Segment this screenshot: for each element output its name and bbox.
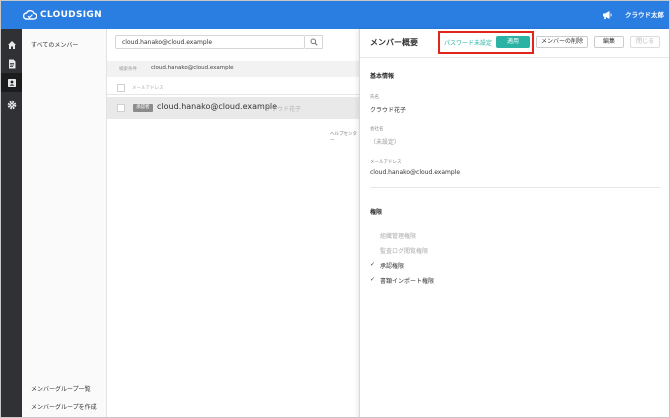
table-header: メールアドレス [107,83,359,95]
top-bar: CLOUDSIGN クラウド太郎 [1,1,669,29]
name-label: 氏名 [370,95,379,100]
row-email: cloud.hanako@cloud.example [157,102,278,111]
search-condition-bar: 検索条件 cloud.hanako@cloud.example [107,61,359,77]
check-icon: ✓ [370,261,376,268]
sidebar-item-all-members[interactable]: すべてのメンバー [31,40,78,49]
sidebar-item-group-list[interactable]: メンバーグループ一覧 [31,384,91,393]
cloudsign-logo[interactable]: CLOUDSIGN [23,9,102,21]
edit-button[interactable]: 編集 [594,36,624,48]
search-button[interactable] [305,35,323,49]
company-value: （未設定） [370,139,401,146]
name-value: クラウド花子 [370,107,407,114]
close-button[interactable]: 閉じる [630,36,660,48]
table-row[interactable]: 承認者 cloud.hanako@cloud.example クラウド花子 [107,97,359,119]
column-header-email: メールアドレス [132,86,164,91]
apply-button[interactable]: 適用 [496,36,530,48]
basic-info-heading: 基本情報 [370,73,395,80]
member-detail-panel: メンバー概要 パスワード未設定 適用 メンバーの削除 編集 閉じる 基本情報 氏… [359,29,669,417]
header-divider [360,57,669,58]
password-unset-link[interactable]: パスワード未設定 [444,38,492,47]
section-divider [370,187,660,188]
row-name: クラウド花子 [265,106,302,113]
member-list-area: 検索条件 cloud.hanako@cloud.example メールアドレス … [107,29,359,417]
email-value: cloud.hanako@cloud.example [370,169,461,176]
logo-text: CLOUDSIGN [40,10,102,20]
filter-label: 検索条件 [119,67,137,72]
search-icon [310,38,318,46]
icon-rail [1,29,22,417]
status-badge: 承認者 [133,104,153,112]
app-window: CLOUDSIGN クラウド太郎 すべてのメンバー メンバーグループ一覧 メンバ [0,0,670,418]
permission-audit-log: 監査ログ閲覧権限 [380,248,429,255]
filter-value: cloud.hanako@cloud.example [151,65,234,71]
row-checkbox[interactable] [117,104,125,112]
company-label: 会社名 [370,127,384,132]
gear-icon[interactable] [1,95,22,114]
document-icon[interactable] [1,54,22,73]
contacts-icon[interactable] [1,73,22,92]
cloud-logo-icon [23,10,37,20]
home-icon[interactable] [1,35,22,54]
user-menu[interactable]: クラウド太郎 [625,9,664,21]
permission-document-import: 書類インポート権限 [380,278,435,285]
permissions-heading: 権限 [370,209,383,216]
select-all-checkbox[interactable] [117,84,125,92]
email-label: メールアドレス [370,160,402,165]
panel-title: メンバー概要 [370,38,418,47]
megaphone-icon[interactable] [601,9,613,21]
permission-approval: 承認権限 [380,263,405,270]
check-icon: ✓ [370,276,376,283]
search-input[interactable] [115,35,305,49]
permission-org-admin: 組織管理権限 [380,233,417,240]
help-center-link[interactable]: ヘルプセンター [330,131,359,143]
sidebar-item-create-group[interactable]: メンバーグループを作成 [31,402,97,411]
member-sidebar: すべてのメンバー メンバーグループ一覧 メンバーグループを作成 [22,29,107,417]
delete-member-button[interactable]: メンバーの削除 [536,36,588,48]
